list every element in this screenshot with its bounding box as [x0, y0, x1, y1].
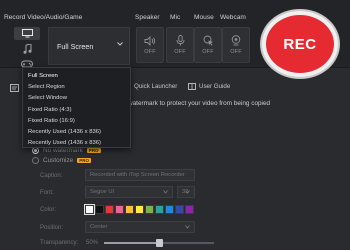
mic-toggle[interactable]: OFF	[166, 27, 194, 63]
mode-switcher	[14, 27, 44, 72]
record-button[interactable]: REC	[266, 15, 334, 73]
color-swatch[interactable]	[95, 205, 104, 214]
customize-label: Customize	[43, 157, 74, 164]
dropdown-item[interactable]: Recently Used (1436 x 836)	[23, 127, 130, 138]
chevron-down-icon	[185, 190, 190, 194]
customize-option[interactable]: Customize PRO	[32, 157, 91, 164]
transparency-fill	[104, 242, 159, 244]
speaker-icon	[144, 35, 156, 46]
color-swatch[interactable]	[185, 205, 194, 214]
transparency-label: Transparency:	[40, 240, 79, 246]
transparency-value: 50%	[86, 240, 99, 246]
mouse-toggle[interactable]: OFF	[194, 27, 222, 63]
tab-quick-launcher[interactable]: Quick Launcher	[134, 83, 177, 90]
speaker-toggle[interactable]: OFF	[136, 27, 164, 63]
dropdown-item[interactable]: Select Window	[23, 93, 130, 104]
tab-user-guide-label: User Guide	[199, 83, 231, 90]
webcam-state: OFF	[230, 49, 242, 55]
book-icon	[188, 83, 196, 90]
mic-label: Mic	[170, 14, 181, 21]
font-size-select[interactable]: 32	[177, 186, 195, 198]
color-swatch[interactable]	[84, 204, 95, 215]
color-swatch[interactable]	[115, 205, 124, 214]
caption-input[interactable]: Recorded with iTop Screen Recorder	[85, 169, 195, 181]
font-select[interactable]: Segoe UI	[85, 186, 173, 198]
color-swatch[interactable]	[135, 205, 144, 214]
speaker-state: OFF	[144, 48, 156, 55]
caption-label: Caption:	[40, 173, 63, 179]
color-swatch[interactable]	[105, 205, 114, 214]
record-mode-select[interactable]: Full Screen	[48, 27, 130, 65]
mic-state: OFF	[174, 49, 186, 55]
record-mode-dropdown: Full Screen Select Region Select Window Fix…	[22, 67, 131, 148]
color-swatch[interactable]	[145, 205, 154, 214]
transparency-thumb[interactable]	[156, 239, 163, 247]
customize-radio[interactable]	[32, 157, 39, 164]
tab-quick-launcher-label: Quick Launcher	[134, 83, 178, 90]
caption-value: Recorded with iTop Screen Recorder	[90, 172, 185, 178]
tab-user-guide[interactable]: User Guide	[188, 83, 230, 90]
dropdown-item[interactable]: Fixed Ratio (4:3)	[23, 105, 130, 116]
color-palette	[84, 204, 194, 215]
dropdown-item[interactable]: Recently Used (1436 x 836)	[23, 138, 130, 149]
mouse-state: OFF	[202, 49, 214, 55]
pro-badge: PRO	[77, 158, 91, 163]
watermark-description: watermark to protect your video from bei…	[128, 100, 271, 107]
screen-mode-button[interactable]	[14, 27, 40, 40]
audio-mode-button[interactable]	[14, 42, 40, 55]
dropdown-item[interactable]: Select Region	[23, 82, 130, 93]
color-swatch[interactable]	[125, 205, 134, 214]
mouse-label: Mouse	[194, 14, 214, 21]
position-select[interactable]: Center	[85, 221, 195, 233]
record-mode-value: Full Screen	[57, 41, 94, 51]
font-label: Font:	[40, 190, 54, 196]
position-label: Position:	[40, 225, 64, 231]
speaker-label: Speaker	[135, 14, 160, 21]
webcam-label: Webcam	[220, 14, 246, 21]
mouse-cursor-icon	[203, 35, 213, 46]
microphone-icon	[176, 35, 184, 46]
color-label: Color:	[40, 207, 57, 213]
chevron-down-icon	[185, 225, 190, 229]
mode-section-label: Record Video/Audio/Game	[4, 14, 83, 21]
font-value: Segoe UI	[90, 189, 115, 195]
chevron-down-icon	[163, 190, 168, 194]
dropdown-item[interactable]: Fixed Ratio (16:9)	[23, 116, 130, 127]
transparency-slider[interactable]	[104, 239, 214, 247]
color-swatch[interactable]	[165, 205, 174, 214]
music-note-icon	[23, 43, 31, 54]
chevron-down-icon	[117, 42, 123, 46]
color-swatch[interactable]	[175, 205, 184, 214]
dropdown-item[interactable]: Full Screen	[23, 71, 130, 82]
position-value: Center	[90, 224, 108, 230]
settings-tab-icon[interactable]	[10, 84, 19, 92]
webcam-icon	[231, 35, 241, 46]
color-swatch[interactable]	[155, 205, 164, 214]
monitor-icon	[21, 29, 33, 38]
webcam-toggle[interactable]: OFF	[222, 27, 250, 63]
